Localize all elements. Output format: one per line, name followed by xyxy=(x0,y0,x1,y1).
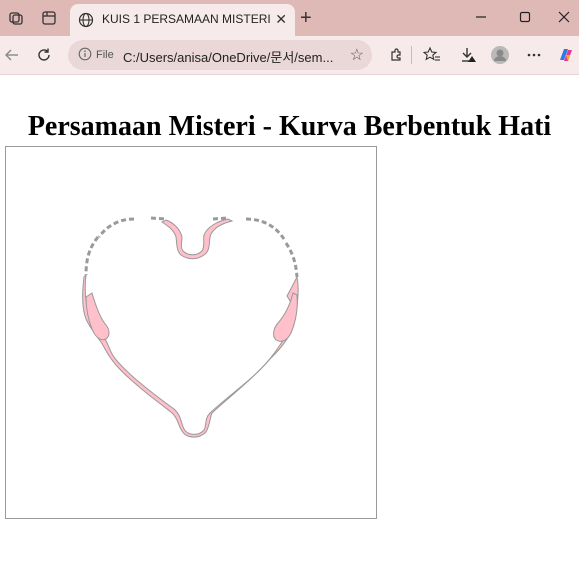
toolbar-divider xyxy=(411,46,412,64)
info-icon xyxy=(78,47,92,64)
url-text[interactable]: C:/Users/anisa/OneDrive/문서/sem... xyxy=(123,47,333,66)
tab-title: KUIS 1 PERSAMAAN MISTERI xyxy=(102,12,271,26)
more-icon[interactable] xyxy=(524,45,544,65)
address-bar[interactable]: File C:/Users/anisa/OneDrive/문서/sem... ☆ xyxy=(68,40,372,70)
active-tab[interactable]: KUIS 1 PERSAMAAN MISTERI ✕ xyxy=(70,4,295,36)
downloads-icon[interactable] xyxy=(458,45,478,65)
heart-curve-drawing xyxy=(82,216,299,438)
copilot-icon[interactable] xyxy=(556,45,576,65)
toolbar: File C:/Users/anisa/OneDrive/문서/sem... ☆ xyxy=(0,36,579,75)
heart-lower-band xyxy=(82,273,299,438)
close-icon[interactable]: ✕ xyxy=(275,11,287,27)
heart-shape xyxy=(161,218,234,260)
back-icon[interactable] xyxy=(2,45,22,65)
heart-right-bulge xyxy=(273,292,298,342)
site-info-chip[interactable]: File xyxy=(74,45,120,65)
favorites-icon[interactable] xyxy=(422,45,442,65)
heart-outline-top xyxy=(84,216,299,278)
refresh-icon[interactable] xyxy=(34,45,54,65)
workspaces-icon[interactable] xyxy=(7,9,25,27)
title-bar: KUIS 1 PERSAMAAN MISTERI ✕ + xyxy=(0,0,579,36)
close-window-icon[interactable] xyxy=(549,6,579,28)
favorite-icon[interactable]: ☆ xyxy=(350,45,364,65)
page-heading: Persamaan Misteri - Kurva Berbentuk Hati xyxy=(27,110,552,142)
profile-icon[interactable] xyxy=(490,45,510,65)
maximize-icon[interactable] xyxy=(510,6,540,28)
file-label: File xyxy=(96,49,114,61)
globe-icon xyxy=(78,12,94,28)
heart-canvas xyxy=(5,146,377,519)
extensions-icon[interactable] xyxy=(386,45,406,65)
tab-actions-icon[interactable] xyxy=(40,9,58,27)
minimize-icon[interactable] xyxy=(466,6,496,28)
heart-left-bulge xyxy=(85,292,110,341)
plus-icon[interactable]: + xyxy=(300,8,312,28)
